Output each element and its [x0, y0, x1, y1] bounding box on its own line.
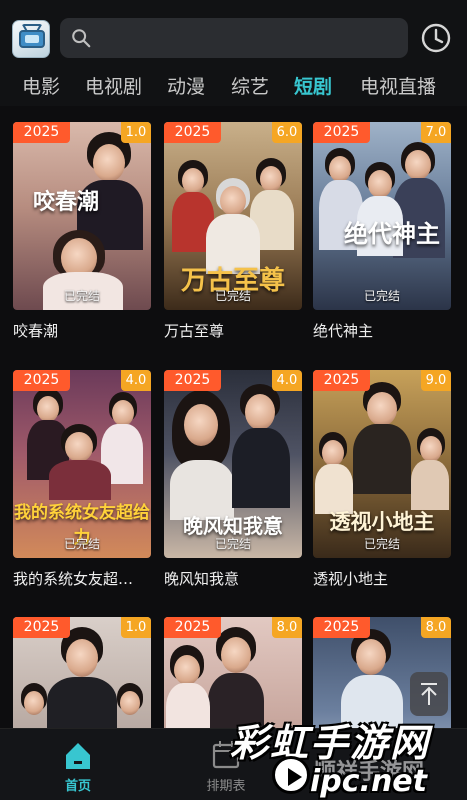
poster-title-art: 透视小地主 — [329, 509, 435, 534]
arrow-up-icon — [421, 683, 437, 705]
tab-tv-live[interactable]: 电视直播 — [360, 72, 436, 102]
year-badge: 2025 — [164, 122, 221, 143]
search-icon — [72, 29, 91, 48]
top-bar — [0, 0, 467, 68]
nav-schedule-label: 排期表 — [206, 779, 246, 794]
tab-short-drama[interactable]: 短剧 — [294, 72, 332, 102]
status-label: 已完结 — [214, 537, 251, 551]
status-label: 已完结 — [214, 289, 251, 303]
tab-tv-series[interactable]: 电视剧 — [85, 72, 142, 102]
poster-image[interactable]: 透视小地主 2025 9.0 已完结 — [313, 370, 451, 558]
content-grid: 咬春潮 2025 1.0 已完结 咬春潮 万古至尊 2025 6.0 已完结 万… — [0, 106, 467, 728]
score-badge: 8.0 — [421, 617, 451, 638]
status-label: 已完结 — [63, 289, 100, 303]
category-tabs: 电影 电视剧 动漫 综艺 短剧 电视直播 — [0, 68, 467, 106]
year-badge: 2025 — [13, 122, 70, 143]
year-badge: 2025 — [313, 370, 370, 391]
score-badge: 4.0 — [272, 370, 302, 391]
clock-history-icon[interactable] — [420, 22, 452, 54]
score-badge: 8.0 — [272, 617, 302, 638]
search-input[interactable] — [60, 18, 408, 58]
home-icon — [66, 743, 90, 769]
score-badge: 4.0 — [121, 370, 151, 391]
drama-title[interactable]: 透视小地主 — [313, 568, 463, 589]
poster-image[interactable]: 晚风知我意 2025 4.0 已完结 — [164, 370, 302, 558]
poster-image[interactable]: 万古至尊 2025 6.0 已完结 — [164, 122, 302, 310]
poster-image[interactable]: 咬春潮 2025 1.0 已完结 — [13, 122, 151, 310]
tab-movie[interactable]: 电影 — [22, 72, 60, 102]
poster-image[interactable]: 绝代神主 2025 7.0 已完结 — [313, 122, 451, 310]
poster-image[interactable]: 我的系统女友超给力 2025 4.0 已完结 — [13, 370, 151, 558]
drama-title[interactable]: 咬春潮 — [13, 320, 163, 341]
nav-home-label: 首页 — [64, 779, 91, 794]
drama-title[interactable]: 绝代神主 — [313, 320, 463, 341]
poster-title-art: 咬春潮 — [32, 189, 99, 215]
score-badge: 1.0 — [121, 617, 151, 638]
tab-variety[interactable]: 综艺 — [231, 72, 269, 102]
score-badge: 1.0 — [121, 122, 151, 143]
score-badge: 9.0 — [421, 370, 451, 391]
year-badge: 2025 — [313, 617, 370, 638]
year-badge: 2025 — [13, 617, 70, 638]
poster-image[interactable]: 2025 8.0 — [164, 617, 302, 728]
drama-title[interactable]: 我的系统女友超… — [13, 568, 163, 589]
year-badge: 2025 — [164, 370, 221, 391]
poster-image[interactable]: 2025 1.0 — [13, 617, 151, 728]
tv-app-logo-icon[interactable] — [12, 20, 50, 58]
year-badge: 2025 — [13, 370, 70, 391]
drama-title[interactable]: 晚风知我意 — [164, 568, 314, 589]
nav-schedule[interactable]: 排期表 — [196, 735, 256, 795]
calendar-icon — [212, 741, 240, 769]
year-badge: 2025 — [313, 122, 370, 143]
status-label: 已完结 — [363, 289, 400, 303]
tab-anime[interactable]: 动漫 — [167, 72, 205, 102]
drama-title[interactable]: 万古至尊 — [164, 320, 314, 341]
status-label: 已完结 — [63, 537, 100, 551]
scroll-top-button[interactable] — [410, 672, 448, 716]
score-badge: 7.0 — [421, 122, 451, 143]
score-badge: 6.0 — [272, 122, 302, 143]
year-badge: 2025 — [164, 617, 221, 638]
bottom-nav: 首页 排期表 — [0, 728, 467, 800]
nav-home[interactable]: 首页 — [48, 735, 108, 795]
status-label: 已完结 — [363, 537, 400, 551]
poster-title-art: 绝代神主 — [344, 219, 440, 248]
